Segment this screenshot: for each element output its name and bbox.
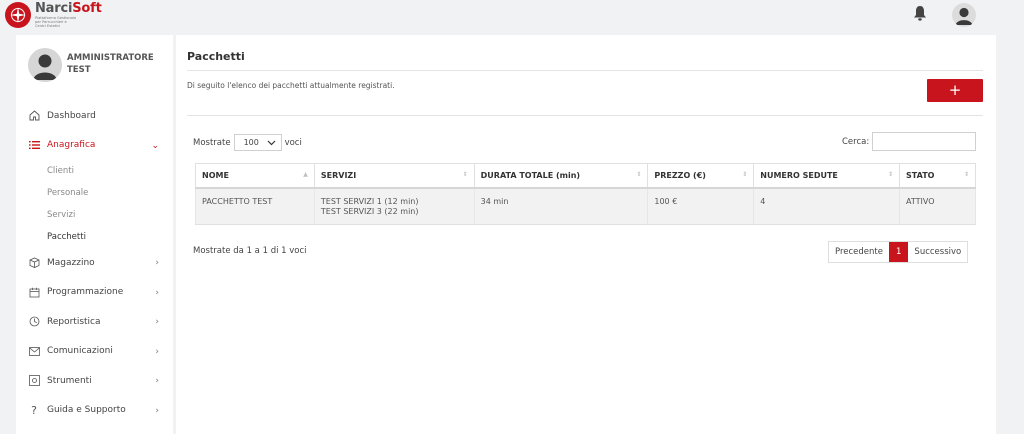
packages-table: NOME ▲ SERVIZI ⇕ DURATA TOTALE (min) ⇕ PREZ… — [195, 163, 976, 225]
cell-stato: ATTIVO — [899, 187, 976, 225]
chevron-right-icon: › — [155, 405, 159, 416]
sidebar-item-dashboard[interactable]: Dashboard — [16, 101, 173, 131]
sidebar-item-strumenti[interactable]: Strumenti › — [16, 366, 173, 396]
avatar — [28, 48, 62, 82]
cell-servizi-line: TEST SERVIZI 1 (12 min) — [320, 196, 419, 206]
sort-icon: ⇕ — [963, 171, 969, 178]
sidebar-subitem-pacchetti[interactable]: Pacchetti — [16, 226, 173, 248]
mail-icon — [28, 345, 40, 357]
sidebar-item-label: Strumenti — [47, 375, 92, 386]
column-header-label: DURATA TOTALE (min) — [480, 170, 581, 180]
user-avatar-button[interactable] — [952, 3, 976, 27]
column-header-label: NOME — [202, 170, 229, 180]
cell-nome: PACCHETTO TEST — [195, 187, 315, 225]
sort-icon: ⇕ — [462, 171, 468, 178]
top-bar: NarciSoft Piattaforma Gestionale per Par… — [0, 0, 1024, 30]
brand-name-part1: Narci — [35, 1, 73, 16]
main-panel: Pacchetti Di seguito l'elenco dei pacche… — [176, 35, 996, 434]
sidebar-item-label: Magazzino — [47, 257, 95, 268]
column-header-prezzo[interactable]: PREZZO (€) ⇕ — [647, 163, 755, 189]
brand-name: NarciSoft — [35, 2, 102, 15]
cell-prezzo: 100 € — [647, 187, 755, 225]
box-icon — [28, 257, 40, 269]
sort-icon: ⇕ — [742, 171, 748, 178]
chevron-right-icon: › — [155, 287, 159, 298]
cell-sedute: 4 — [753, 187, 901, 225]
brand-tagline: Piattaforma Gestionale per Parrucchieri … — [35, 16, 77, 29]
chevron-right-icon: › — [155, 317, 159, 327]
page-description: Di seguito l'elenco dei pacchetti attual… — [187, 81, 395, 90]
sidebar-item-magazzino[interactable]: Magazzino › — [16, 248, 173, 278]
pagination: Precedente 1 Successivo — [828, 241, 969, 263]
chevron-down-icon — [267, 138, 276, 149]
table-row[interactable]: PACCHETTO TEST TEST SERVIZI 1 (12 min) T… — [195, 187, 976, 225]
brand-name-part2: Soft — [72, 1, 102, 16]
column-header-label: NUMERO SEDUTE — [760, 170, 838, 180]
sidebar-item-label: Dashboard — [47, 110, 96, 121]
home-icon — [28, 110, 40, 122]
calendar-icon — [28, 286, 40, 298]
sidebar: AMMINISTRATORE TEST Dashboard Anagrafica… — [16, 35, 173, 434]
page-title: Pacchetti — [187, 50, 245, 63]
sidebar-subitem-clienti[interactable]: Clienti — [16, 160, 173, 182]
column-header-label: PREZZO (€) — [654, 170, 706, 180]
user-name: AMMINISTRATORE TEST — [67, 53, 154, 75]
sidebar-item-guida[interactable]: ? Guida e Supporto › — [16, 396, 173, 426]
cell-servizi-line: TEST SERVIZI 3 (22 min) — [320, 206, 419, 216]
page-size-prefix: Mostrate — [193, 137, 231, 148]
search-input[interactable] — [872, 132, 977, 151]
table-info: Mostrate da 1 a 1 di 1 voci — [193, 246, 307, 256]
page-size-select[interactable]: 100 — [233, 134, 282, 151]
chevron-down-icon: ⌄ — [151, 140, 159, 151]
chevron-right-icon: › — [155, 258, 159, 268]
table-header-row: NOME ▲ SERVIZI ⇕ DURATA TOTALE (min) ⇕ PREZ… — [195, 163, 976, 189]
column-header-stato[interactable]: STATO ⇕ — [899, 163, 976, 189]
sidebar-item-label: Programmazione — [47, 287, 124, 298]
sort-icon: ⇕ — [888, 171, 894, 178]
divider — [187, 115, 983, 116]
sort-icon: ⇕ — [636, 171, 642, 178]
pagination-prev-button[interactable]: Precedente — [829, 242, 889, 262]
sidebar-item-programmazione[interactable]: Programmazione › — [16, 278, 173, 308]
sidebar-item-reportistica[interactable]: Reportistica › — [16, 307, 173, 337]
column-header-label: STATO — [906, 170, 935, 180]
brand-logo[interactable]: NarciSoft Piattaforma Gestionale per Par… — [5, 2, 102, 28]
sidebar-item-label: Comunicazioni — [47, 346, 113, 357]
chevron-right-icon: › — [155, 376, 159, 386]
sidebar-item-label: Reportistica — [47, 316, 101, 327]
pagination-next-button[interactable]: Successivo — [908, 242, 968, 262]
chevron-right-icon: › — [155, 346, 159, 357]
column-header-sedute[interactable]: NUMERO SEDUTE ⇕ — [753, 163, 901, 189]
add-package-button[interactable]: + — [927, 79, 983, 102]
search-label: Cerca: — [842, 136, 870, 147]
sidebar-subitem-servizi[interactable]: Servizi — [16, 204, 173, 226]
column-header-nome[interactable]: NOME ▲ — [195, 163, 315, 189]
page-size-suffix: voci — [284, 137, 302, 148]
sidebar-item-comunicazioni[interactable]: Comunicazioni › — [16, 337, 173, 367]
column-header-durata[interactable]: DURATA TOTALE (min) ⇕ — [473, 163, 649, 189]
page-size-control: Mostrate 100 voci — [193, 134, 302, 151]
sidebar-menu: Dashboard Anagrafica ⌄ Clienti Personale… — [16, 101, 173, 425]
clock-icon — [28, 316, 40, 328]
page-size-value: 100 — [243, 138, 259, 147]
question-icon: ? — [31, 403, 37, 417]
logo-mark-icon — [5, 2, 31, 29]
sidebar-item-label: Anagrafica — [47, 140, 96, 151]
pagination-page-1[interactable]: 1 — [889, 242, 909, 262]
settings-box-icon — [28, 375, 40, 387]
user-panel: AMMINISTRATORE TEST — [16, 35, 173, 95]
sidebar-subitem-personale[interactable]: Personale — [16, 182, 173, 204]
sort-asc-icon: ▲ — [303, 171, 308, 178]
cell-servizi: TEST SERVIZI 1 (12 min) TEST SERVIZI 3 (… — [313, 187, 475, 225]
column-header-label: SERVIZI — [320, 170, 357, 180]
column-header-servizi[interactable]: SERVIZI ⇕ — [313, 163, 475, 189]
divider — [187, 70, 983, 71]
bell-icon[interactable] — [913, 5, 927, 26]
list-icon — [28, 139, 40, 151]
cell-durata: 34 min — [473, 187, 649, 225]
search-control: Cerca: — [842, 132, 977, 151]
sidebar-item-label: Guida e Supporto — [47, 405, 126, 416]
sidebar-item-anagrafica[interactable]: Anagrafica ⌄ — [16, 131, 173, 161]
